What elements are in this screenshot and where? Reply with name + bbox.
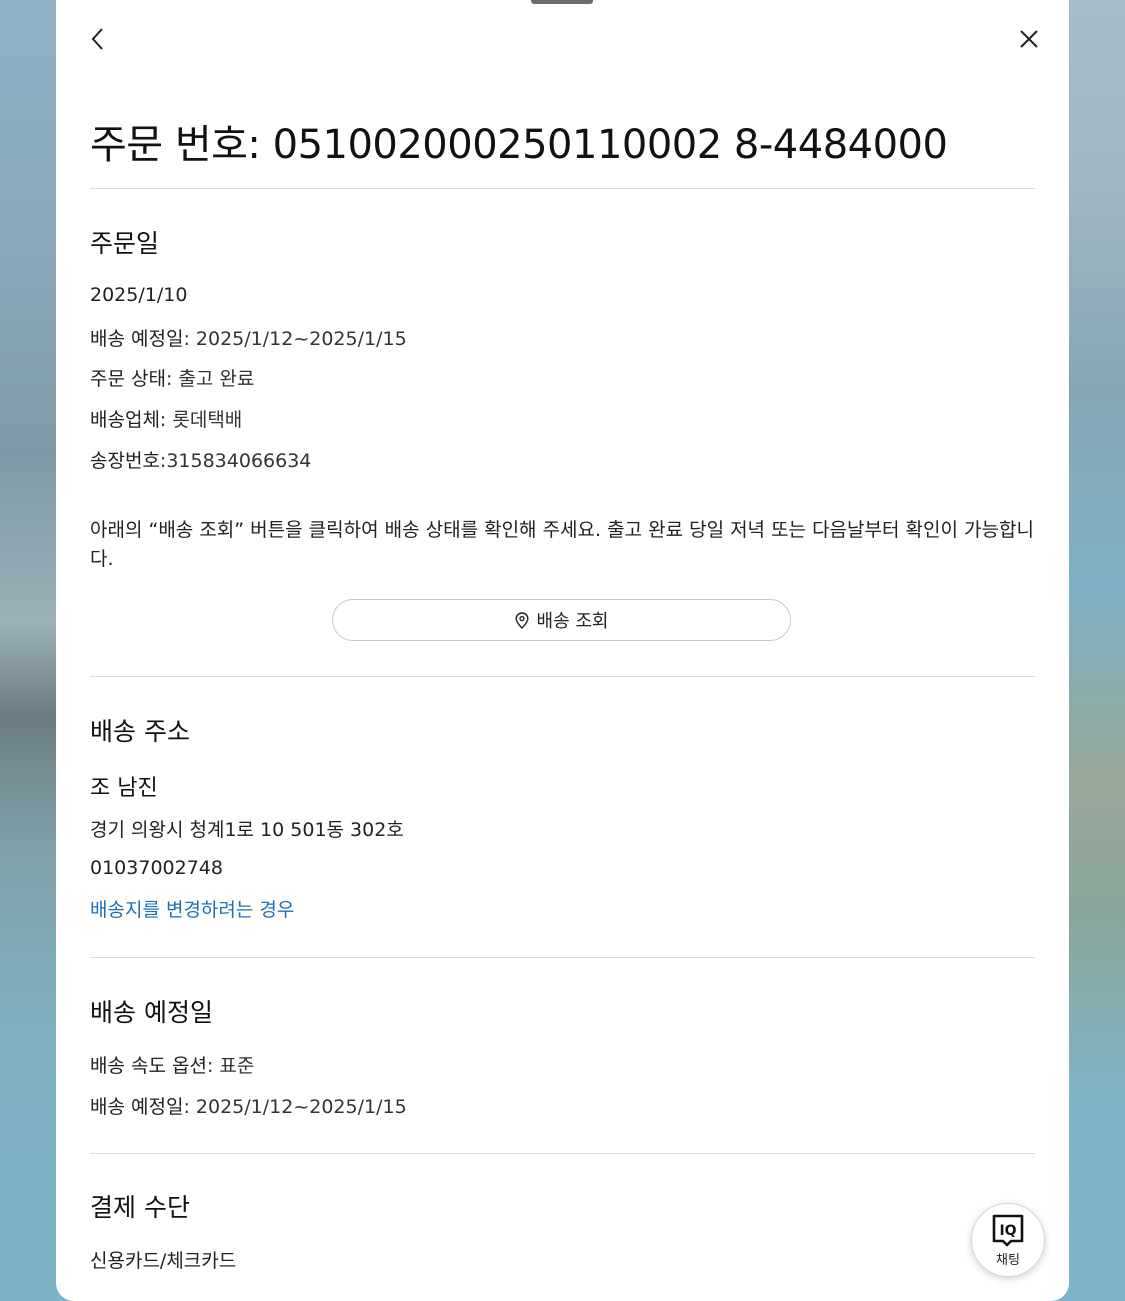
- chat-label: 채팅: [996, 1252, 1020, 1268]
- divider: [90, 188, 1035, 189]
- close-icon: [1020, 30, 1038, 48]
- divider: [90, 957, 1035, 958]
- chat-logo-icon: IQ: [992, 1214, 1024, 1246]
- schedule-delivery-value: : 2025/1/12~2025/1/15: [183, 1096, 407, 1118]
- track-delivery-button[interactable]: 배송 조회: [332, 599, 791, 641]
- divider: [90, 1153, 1035, 1154]
- carrier-label: 배송업체: [90, 409, 160, 431]
- delivery-estimate-value: : 2025/1/12~2025/1/15: [183, 328, 407, 350]
- payment-method: 신용카드/체크카드: [90, 1250, 237, 1272]
- page-title: 주문 번호: 051002000250110002 8-4484000: [90, 112, 948, 170]
- order-number-label: 주문 번호: [90, 122, 248, 168]
- chat-logo-text: IQ: [999, 1223, 1016, 1239]
- drag-handle[interactable]: [531, 0, 593, 4]
- chat-button[interactable]: IQ 채팅: [971, 1203, 1045, 1277]
- track-delivery-label: 배송 조회: [536, 611, 609, 632]
- recipient-phone: 01037002748: [90, 857, 223, 879]
- order-detail-sheet: 주문 번호: 051002000250110002 8-4484000 주문일 …: [56, 0, 1069, 1301]
- back-button[interactable]: [78, 19, 118, 59]
- section-heading-order-date: 주문일: [90, 229, 160, 258]
- section-heading-payment: 결제 수단: [90, 1193, 190, 1222]
- carrier-row: 배송업체: 롯데택배: [90, 405, 242, 432]
- schedule-delivery-row: 배송 예정일: 2025/1/12~2025/1/15: [90, 1092, 407, 1119]
- delivery-estimate-row: 배송 예정일: 2025/1/12~2025/1/15: [90, 324, 407, 351]
- recipient-name: 조 남진: [90, 776, 158, 801]
- order-number-value: : 051002000250110002 8-4484000: [247, 122, 948, 168]
- tracking-notice: 아래의 “배송 조회” 버튼을 클릭하여 배송 상태를 확인해 주세요. 출고 …: [90, 519, 1034, 570]
- recipient-address: 경기 의왕시 청계1로 10 501동 302호: [90, 819, 404, 841]
- section-heading-address: 배송 주소: [90, 717, 190, 746]
- divider: [90, 676, 1035, 677]
- order-status-label: 주문 상태: [90, 368, 166, 390]
- order-status-row: 주문 상태: 출고 완료: [90, 364, 254, 391]
- invoice-label: 송장번호: [90, 450, 160, 472]
- location-pin-icon: [515, 611, 529, 629]
- section-heading-schedule: 배송 예정일: [90, 998, 213, 1027]
- order-status-value: : 출고 완료: [165, 368, 255, 390]
- chevron-left-icon: [91, 28, 103, 50]
- order-date: 2025/1/10: [90, 284, 188, 306]
- shipping-speed-label: 배송 속도 옵션: [90, 1055, 207, 1077]
- change-address-link[interactable]: 배송지를 변경하려는 경우: [90, 895, 294, 922]
- schedule-delivery-label: 배송 예정일: [90, 1096, 184, 1118]
- background-right: [1065, 0, 1125, 1301]
- invoice-value: :315834066634: [159, 450, 312, 472]
- close-button[interactable]: [1009, 19, 1049, 59]
- shipping-speed-row: 배송 속도 옵션: 표준: [90, 1051, 254, 1078]
- shipping-speed-value: : 표준: [206, 1055, 255, 1077]
- invoice-row: 송장번호:315834066634: [90, 446, 311, 473]
- carrier-value: : 롯데택배: [159, 409, 243, 431]
- delivery-estimate-label: 배송 예정일: [90, 328, 184, 350]
